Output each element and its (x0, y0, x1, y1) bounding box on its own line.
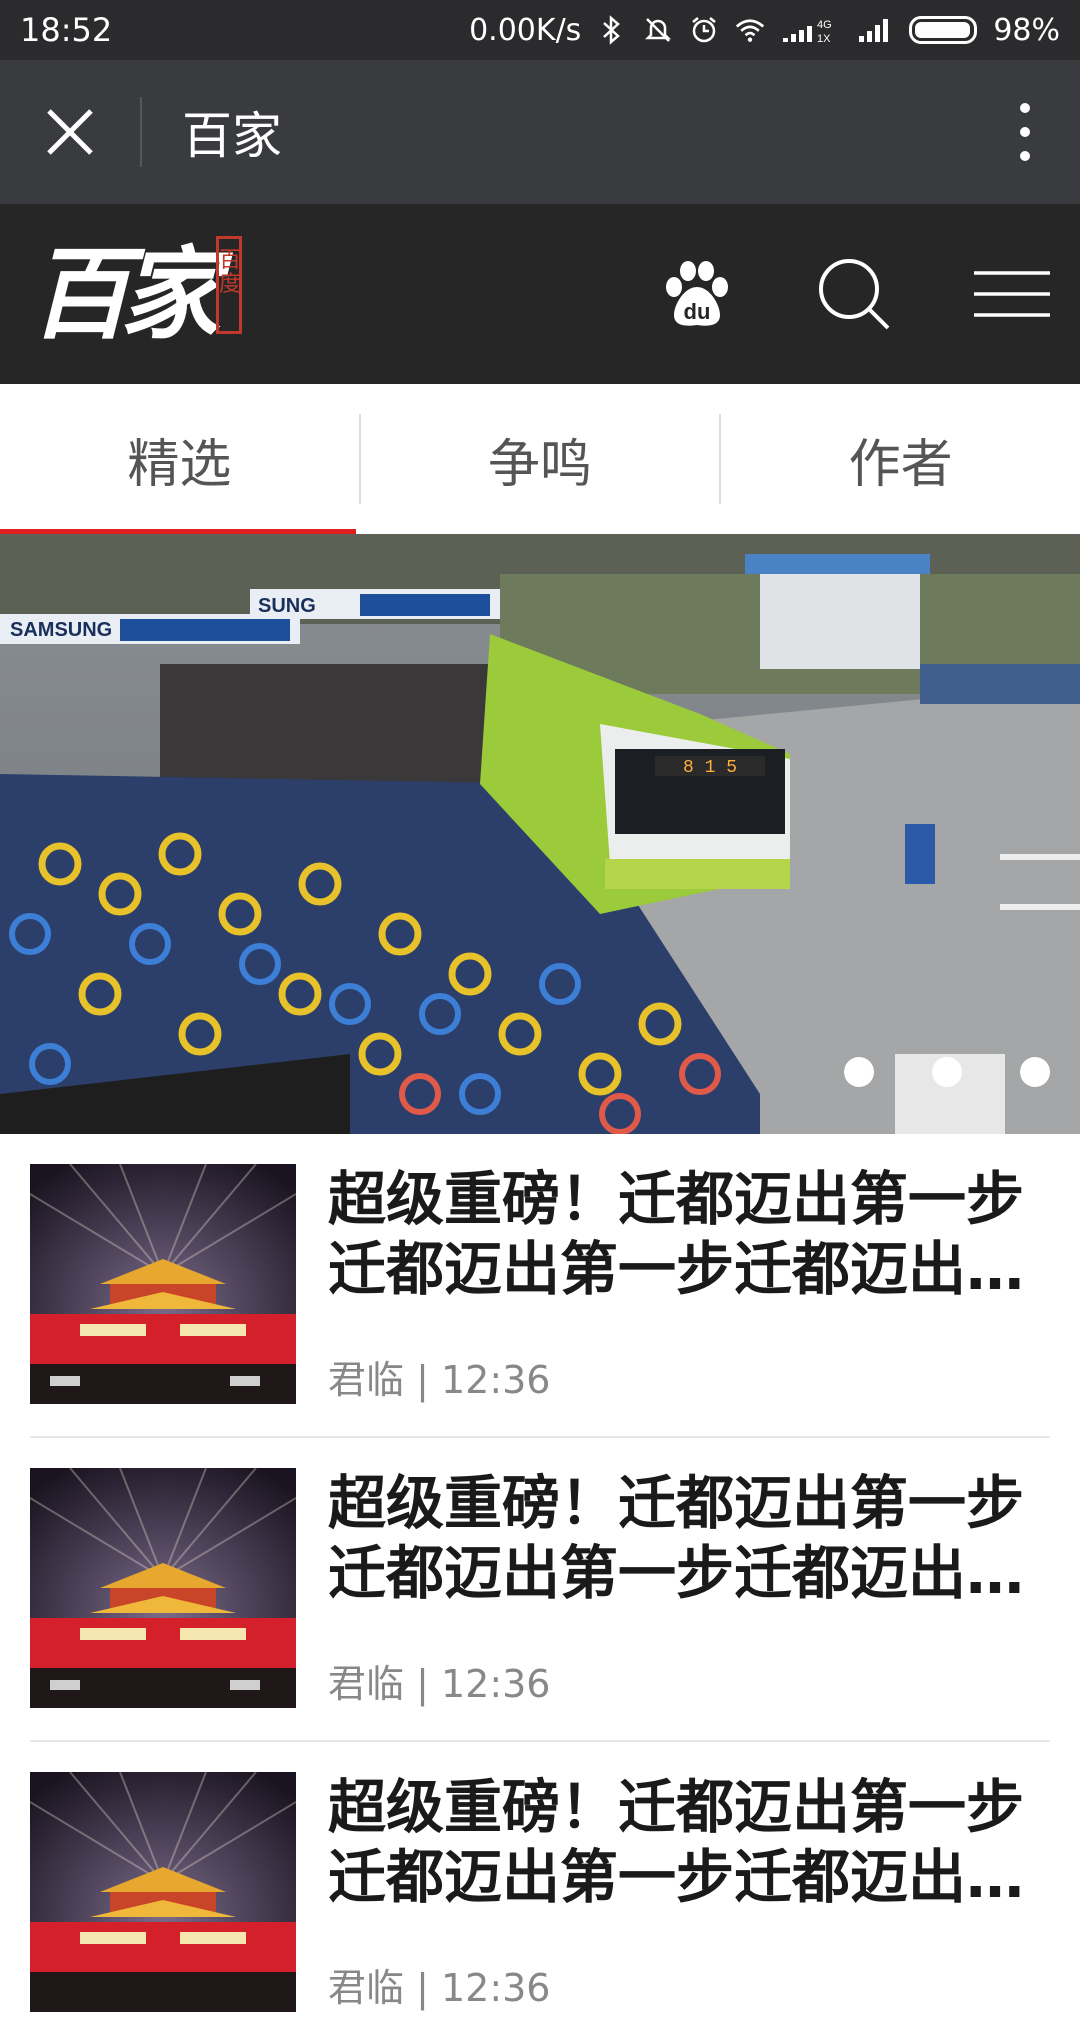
logo-seal: 百度 (216, 236, 242, 334)
close-icon (47, 109, 93, 155)
carousel-dot[interactable] (1020, 1057, 1050, 1087)
search-icon (819, 259, 890, 330)
network-speed: 0.00K/s (469, 12, 582, 48)
status-bar: 18:52 0.00K/s 4G 1X 98% (0, 0, 1080, 60)
tab-featured[interactable]: 精选 (0, 384, 359, 534)
svg-text:4G: 4G (817, 19, 832, 31)
banner-carousel[interactable]: SAMSUNG SUNG 8 1 5 (0, 534, 1080, 1134)
menu-icon (974, 271, 1050, 317)
category-tabs: 精选 争鸣 作者 (0, 384, 1080, 534)
article-list: 超级重磅！迁都迈出第一步迁都迈出第一步迁都迈出第一步迁都迈出第一步 君临 | 1… (0, 1134, 1080, 2044)
bluetooth-icon (597, 15, 627, 45)
article-meta: 君临 | 12:36 (328, 1966, 551, 2010)
status-time: 18:52 (20, 11, 113, 49)
more-vertical-icon (1020, 103, 1030, 113)
carousel-dots (844, 1057, 1050, 1087)
tiananmen-night-photo (30, 1772, 296, 2012)
article-meta: 君临 | 12:36 (328, 1662, 551, 1706)
svg-text:SUNG: SUNG (258, 595, 316, 617)
tiananmen-night-photo (30, 1164, 296, 1404)
battery-icon (909, 16, 978, 44)
site-header: 百家 百度 du (0, 204, 1080, 384)
bike-station-photo: SAMSUNG SUNG 8 1 5 (0, 534, 1080, 1134)
wifi-icon (735, 15, 765, 45)
search-button[interactable] (814, 254, 894, 334)
logo-text: 百家 (30, 235, 220, 353)
article-body: 超级重磅！迁都迈出第一步迁都迈出第一步迁都迈出第一步迁都迈出第一步 君临 | 1… (296, 1468, 1050, 1710)
baidu-paw-icon: du (666, 261, 728, 326)
article-body: 超级重磅！迁都迈出第一步迁都迈出第一步迁都迈出第一步迁都迈出第一步 君临 | 1… (296, 1164, 1050, 1406)
mute-icon (643, 15, 673, 45)
list-item[interactable]: 超级重磅！迁都迈出第一步迁都迈出第一步迁都迈出第一步迁都迈出第一步 君临 | 1… (30, 1742, 1050, 2044)
carousel-dot[interactable] (932, 1057, 962, 1087)
svg-text:1X: 1X (817, 33, 831, 44)
status-indicators: 0.00K/s 4G 1X 98% (469, 13, 1060, 48)
carousel-dot[interactable] (844, 1057, 874, 1087)
article-title[interactable]: 超级重磅！迁都迈出第一步迁都迈出第一步迁都迈出第一步迁都迈出第一步 (328, 1468, 1050, 1608)
list-item[interactable]: 超级重磅！迁都迈出第一步迁都迈出第一步迁都迈出第一步迁都迈出第一步 君临 | 1… (30, 1438, 1050, 1742)
svg-text:du: du (684, 299, 711, 324)
signal-icon (857, 15, 893, 45)
list-item[interactable]: 超级重磅！迁都迈出第一步迁都迈出第一步迁都迈出第一步迁都迈出第一步 君临 | 1… (30, 1134, 1050, 1438)
alarm-icon (689, 15, 719, 45)
svg-text:SAMSUNG: SAMSUNG (10, 619, 112, 641)
article-body: 超级重磅！迁都迈出第一步迁都迈出第一步迁都迈出第一步迁都迈出第一步 君临 | 1… (296, 1772, 1050, 2014)
close-button[interactable] (0, 60, 140, 204)
tiananmen-night-photo (30, 1468, 296, 1708)
baijia-logo[interactable]: 百家 百度 (30, 228, 242, 360)
page-title: 百家 (182, 107, 282, 165)
menu-button[interactable] (974, 269, 1050, 319)
tab-authors[interactable]: 作者 (721, 384, 1080, 534)
bus-route-display: 8 1 5 (683, 758, 737, 778)
baidu-paw-button[interactable]: du (660, 257, 734, 331)
article-title[interactable]: 超级重磅！迁都迈出第一步迁都迈出第一步迁都迈出第一步迁都迈出第一步 (328, 1772, 1050, 1912)
article-title[interactable]: 超级重磅！迁都迈出第一步迁都迈出第一步迁都迈出第一步迁都迈出第一步 (328, 1164, 1050, 1304)
more-button[interactable] (970, 60, 1080, 204)
tab-debate[interactable]: 争鸣 (361, 384, 720, 534)
article-meta: 君临 | 12:36 (328, 1358, 551, 1402)
webview-title-bar: 百家 (0, 60, 1080, 204)
header-actions: du (660, 204, 1050, 384)
battery-percent: 98% (993, 12, 1060, 48)
signal-4g-icon: 4G 1X (781, 15, 841, 45)
